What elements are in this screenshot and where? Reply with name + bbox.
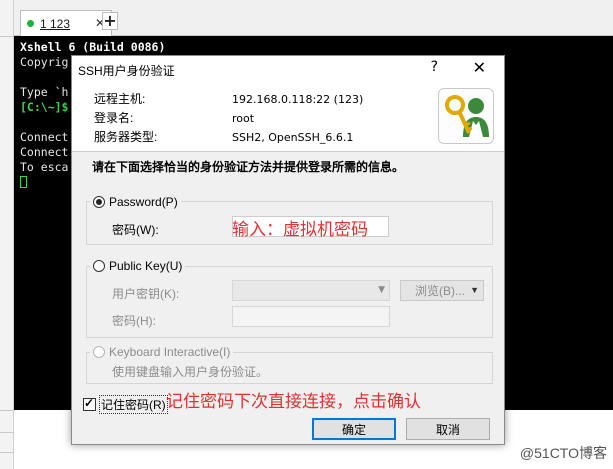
connection-info: 远程主机: 192.168.0.118:22 (123) 登录名: root 服务器…	[72, 82, 504, 152]
pubkey-radio-label: Public Key(U)	[109, 259, 183, 273]
connected-status-icon	[27, 20, 34, 27]
help-icon[interactable]: ?	[431, 59, 438, 75]
user-key-label: 用户密钥(K):	[112, 287, 180, 301]
session-tab-123[interactable]: 1 123 ✕	[20, 10, 112, 36]
left-panel-strip	[0, 0, 14, 469]
host-row: 远程主机: 192.168.0.118:22 (123)	[94, 90, 363, 107]
terminal-cursor	[20, 176, 27, 188]
ssh-auth-dialog: SSH用户身份验证 ? ✕ 远程主机: 192.168.0.118:22 (123…	[71, 55, 505, 445]
server-type-row: 服务器类型: SSH2, OpenSSH_6.6.1	[94, 128, 353, 145]
server-type-label: 服务器类型:	[94, 130, 158, 144]
keyboard-interactive-radio[interactable]	[93, 346, 105, 358]
password-radio-label: Password(P)	[109, 195, 178, 209]
password-annotation: 输入：虚拟机密码	[232, 220, 368, 240]
auth-instruction: 请在下面选择恰当的身份验证方法并提供登录所需的信息。	[92, 160, 405, 174]
password-radio[interactable]	[93, 196, 105, 208]
key-password-label: 密码(H):	[112, 314, 156, 328]
pubkey-radio[interactable]	[93, 260, 105, 272]
cancel-button[interactable]: 取消	[406, 418, 490, 440]
remember-annotation: 记住密码下次直接连接，点击确认	[166, 392, 421, 412]
host-label: 远程主机:	[94, 92, 146, 106]
remember-password-row[interactable]: ✓ 记住密码(R)	[83, 395, 168, 414]
watermark: @51CTO博客	[519, 445, 607, 461]
remember-password-checkbox[interactable]: ✓	[83, 396, 96, 411]
server-type-value: SSH2, OpenSSH_6.6.1	[232, 131, 354, 144]
password-field-label: 密码(W):	[112, 223, 159, 237]
session-tab-bar: 1 123 ✕ +	[14, 0, 613, 36]
key-password-input[interactable]	[232, 306, 390, 327]
login-label: 登录名:	[94, 111, 134, 125]
keyboard-interactive-hint: 使用键盘输入用户身份验证。	[112, 365, 269, 379]
login-row: 登录名: root	[94, 109, 254, 126]
ok-button[interactable]: 确定	[312, 418, 396, 440]
chevron-down-icon: ▼	[378, 285, 385, 295]
browse-button[interactable]: 浏览(B)... ▼	[400, 280, 484, 301]
checkmark-icon: ✓	[84, 396, 95, 410]
terminal-line: Xshell 6 (Build 0086)	[20, 40, 166, 54]
browse-button-label: 浏览(B)...	[415, 284, 465, 298]
password-radio-option[interactable]: Password(P)	[90, 195, 181, 209]
close-dialog-icon[interactable]: ✕	[473, 58, 486, 77]
user-key-icon	[438, 88, 494, 144]
session-tab-label: 1 123	[40, 16, 71, 31]
user-key-select[interactable]: ▼	[232, 280, 390, 301]
keyboard-interactive-radio-option[interactable]: Keyboard Interactive(I)	[90, 345, 234, 359]
keyboard-interactive-radio-label: Keyboard Interactive(I)	[109, 345, 231, 359]
dialog-title: SSH用户身份验证	[78, 64, 175, 78]
dialog-titlebar: SSH用户身份验证 ? ✕	[72, 56, 504, 82]
remember-password-label: 记住密码(R)	[99, 395, 168, 414]
add-tab-button[interactable]: +	[102, 12, 118, 30]
login-value: root	[232, 112, 255, 125]
chevron-down-icon: ▼	[470, 285, 479, 295]
pubkey-radio-option[interactable]: Public Key(U)	[90, 259, 186, 273]
host-value: 192.168.0.118:22 (123)	[232, 93, 364, 106]
